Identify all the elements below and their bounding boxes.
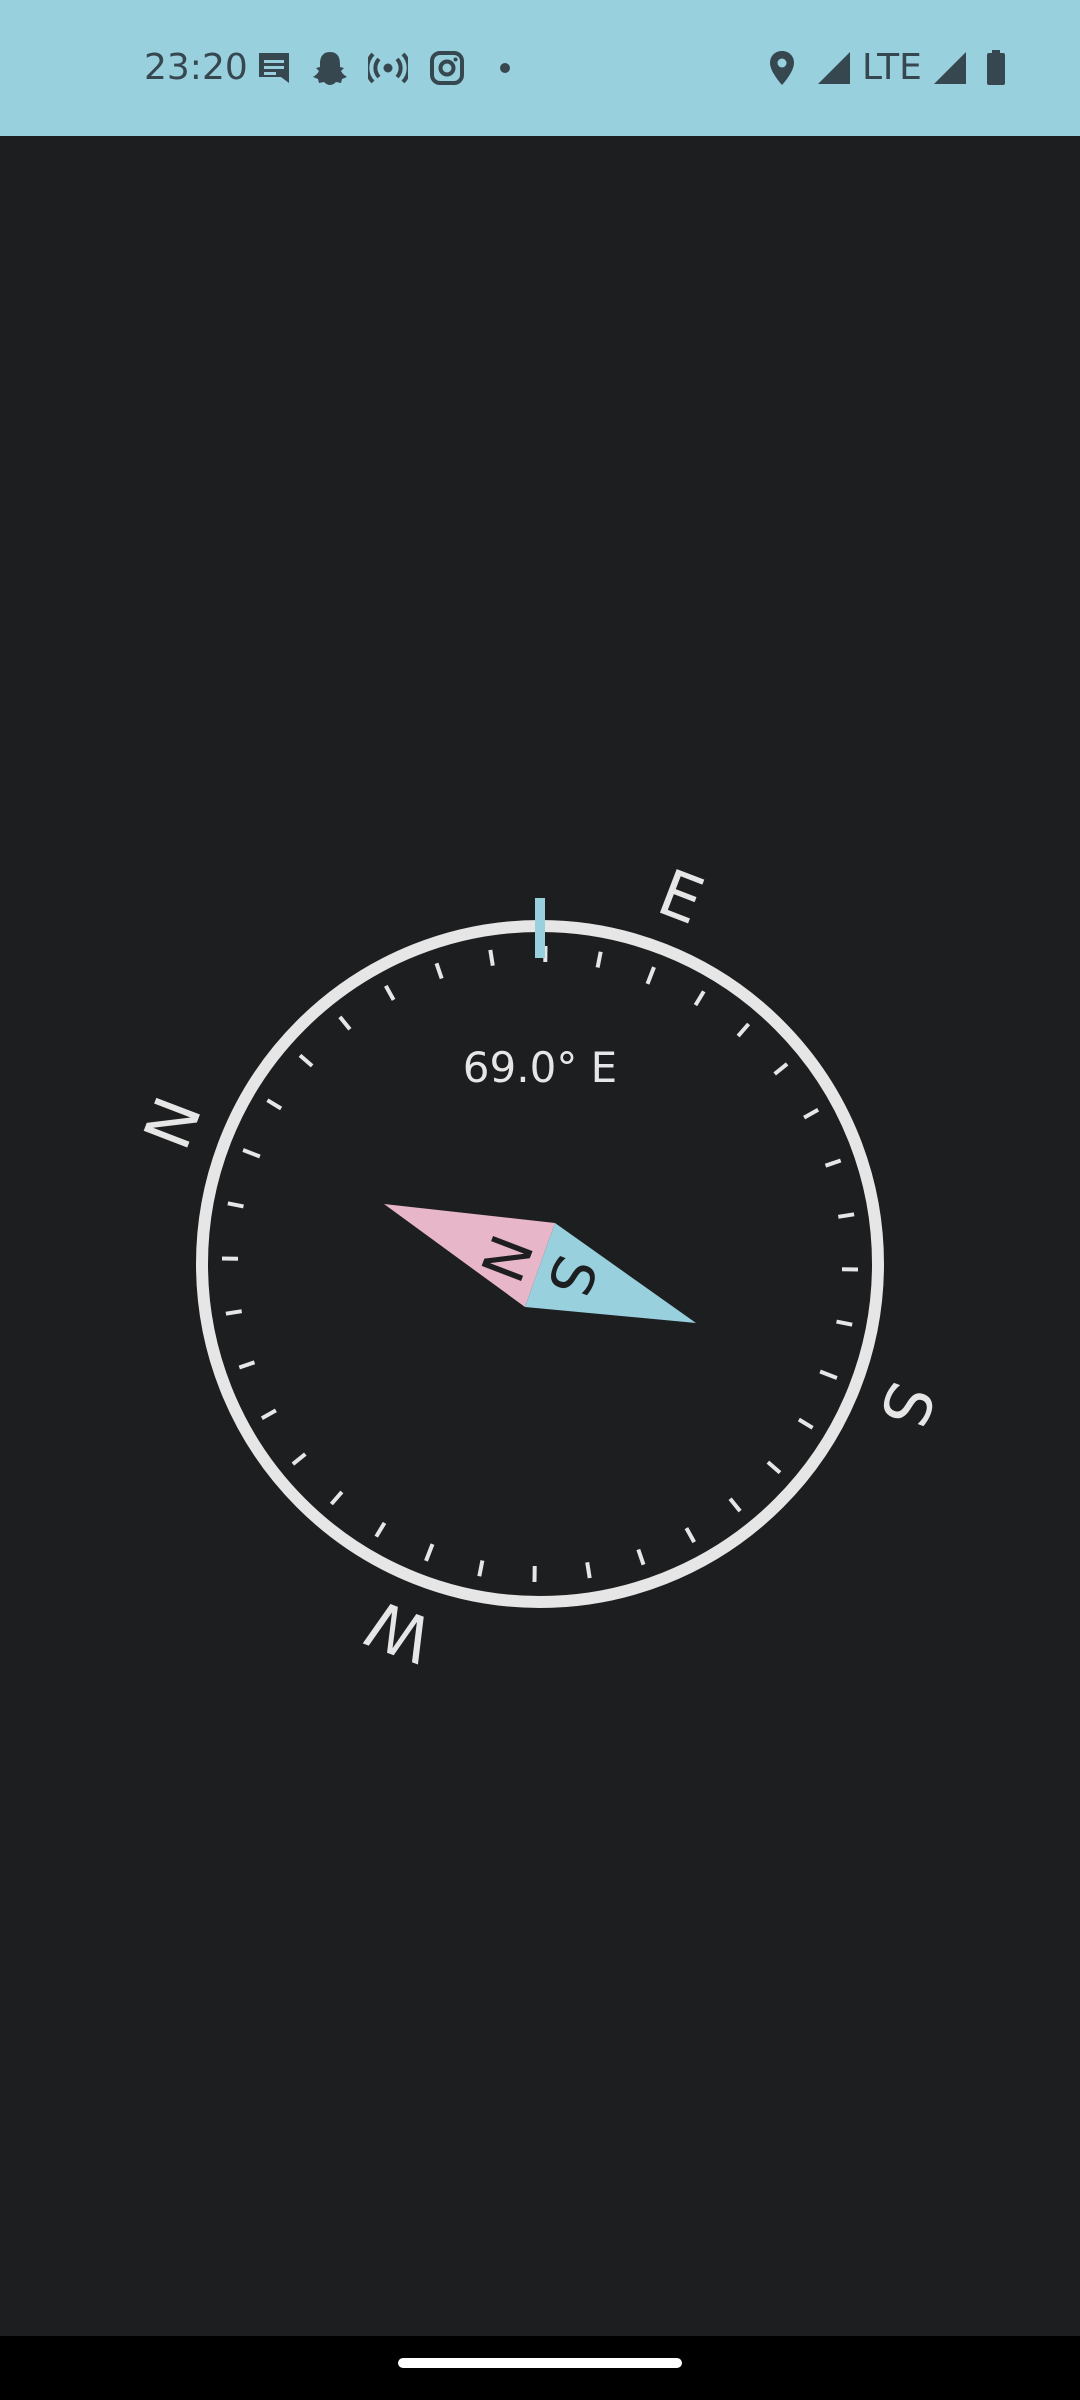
compass-tick	[803, 1108, 820, 1120]
compass-tick	[238, 1360, 256, 1370]
compass-tick	[693, 990, 706, 1007]
compass-tick	[225, 1309, 243, 1316]
instagram-icon	[430, 51, 464, 85]
compass-tick	[728, 1497, 742, 1513]
compass-tick	[824, 1158, 842, 1168]
compass-tick	[291, 1452, 307, 1466]
compass-view: 69.0° E N E S W N S	[0, 136, 1080, 2336]
compass-tick	[585, 1561, 592, 1579]
compass-tick	[477, 1560, 485, 1577]
compass-tick	[819, 1369, 838, 1380]
compass-tick	[227, 1201, 244, 1209]
compass-tick	[242, 1148, 261, 1159]
compass-tick	[266, 1098, 283, 1111]
status-bar: 23:20 LTE	[0, 0, 1080, 136]
compass-dial-svg: 69.0° E N E S W N S	[131, 856, 948, 1676]
cardinal-south: S	[864, 1372, 948, 1436]
compass-needle: N S	[384, 1204, 696, 1323]
compass-tick	[329, 1490, 344, 1506]
compass-tick	[298, 1053, 314, 1068]
compass-tick	[434, 962, 444, 980]
compass-tick	[736, 1022, 751, 1038]
snapchat-icon	[313, 52, 347, 85]
message-icon	[259, 53, 289, 83]
compass-tick	[338, 1015, 352, 1031]
heading-indicator	[535, 898, 545, 958]
signal-icon	[934, 52, 966, 84]
location-icon	[770, 51, 794, 85]
compass-tick	[488, 949, 495, 967]
status-time: 23:20	[144, 47, 248, 88]
compass-tick	[837, 1212, 855, 1219]
compass-tick	[645, 966, 656, 985]
compass-tick	[836, 1319, 853, 1327]
compass-tick	[636, 1548, 646, 1566]
home-gesture-handle[interactable]	[398, 2358, 682, 2368]
compass-tick	[797, 1417, 814, 1430]
dot-icon	[500, 63, 510, 73]
navigation-bar	[0, 2336, 1080, 2400]
compass-tick	[384, 984, 396, 1001]
network-type: LTE	[862, 47, 922, 88]
compass-tick	[260, 1408, 277, 1420]
compass-tick	[374, 1521, 387, 1538]
signal-icon	[818, 52, 850, 84]
battery-icon	[987, 50, 1005, 85]
compass-tick	[684, 1527, 696, 1544]
compass-tick	[773, 1062, 789, 1076]
hotspot-icon	[368, 52, 408, 84]
cardinal-west: W	[357, 1584, 443, 1676]
cardinal-north: N	[131, 1088, 217, 1159]
compass-tick	[766, 1460, 782, 1475]
compass-tick	[595, 951, 603, 968]
compass-tick	[424, 1543, 435, 1562]
heading-readout: 69.0° E	[463, 1043, 617, 1092]
cardinal-east: E	[648, 856, 712, 940]
